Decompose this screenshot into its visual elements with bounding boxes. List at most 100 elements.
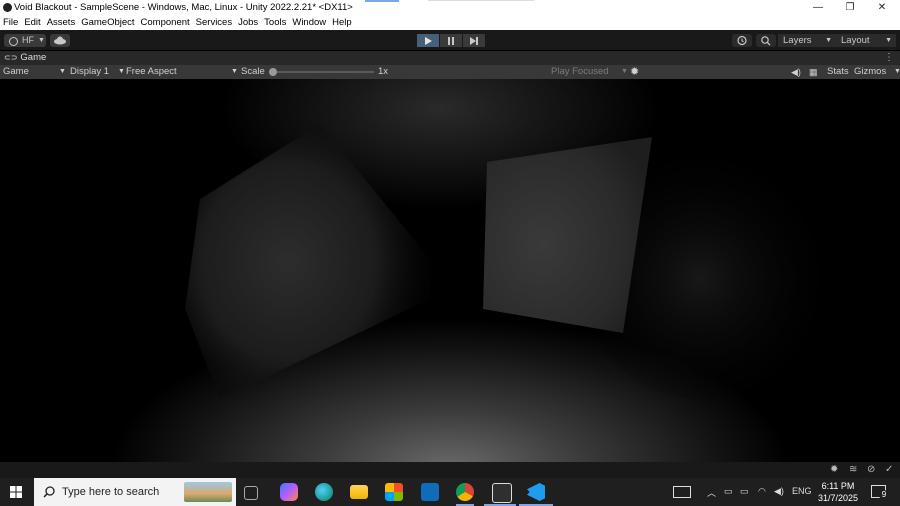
layers-stack-icon[interactable]: ≋ bbox=[849, 464, 857, 475]
menu-bar: File Edit Assets GameObject Component Service… bbox=[0, 16, 900, 30]
chevron-down-icon: ▼ bbox=[894, 68, 900, 75]
chevron-down-icon: ▼ bbox=[885, 37, 892, 44]
unity-hub-icon[interactable] bbox=[492, 483, 512, 503]
stats-button[interactable]: Stats bbox=[827, 65, 849, 79]
left-wall bbox=[185, 124, 430, 399]
notification-count-badge: 9 bbox=[879, 490, 889, 500]
maximize-button[interactable]: ❐ bbox=[835, 1, 865, 15]
chevron-down-icon: ▼ bbox=[59, 68, 66, 75]
search-placeholder: Type here to search bbox=[62, 486, 160, 498]
chevron-down-icon: ▼ bbox=[825, 37, 832, 44]
display-dropdown[interactable]: Display 1 ▼ bbox=[70, 65, 125, 79]
outlook-icon[interactable] bbox=[421, 483, 439, 501]
visibility-icon[interactable]: ⊘ bbox=[867, 464, 875, 475]
layers-dropdown[interactable]: Layers ▼ bbox=[778, 34, 836, 47]
title-accent bbox=[365, 0, 399, 2]
bug-icon[interactable]: ✹ bbox=[630, 65, 639, 79]
display-label: Display 1 bbox=[70, 66, 110, 77]
main-toolbar: HF ▼ Layers ▼ Layout ▼ bbox=[0, 30, 900, 50]
copilot-icon[interactable] bbox=[280, 483, 298, 501]
check-circle-icon[interactable]: ✓ bbox=[885, 464, 893, 475]
tab-game-label: Game bbox=[20, 52, 47, 63]
game-view-controls: Game ▼ Display 1 ▼ Free Aspect ▼ Scale 1… bbox=[0, 65, 900, 79]
debug-icon[interactable]: ✹ bbox=[830, 464, 838, 475]
title-accent-line bbox=[428, 0, 534, 1]
battery-tray-icon[interactable] bbox=[673, 486, 691, 498]
minimize-button[interactable]: — bbox=[803, 1, 833, 15]
scene-render bbox=[185, 124, 820, 399]
chrome-icon[interactable] bbox=[456, 483, 474, 501]
unity-logo-icon bbox=[3, 3, 12, 12]
menu-help[interactable]: Help bbox=[329, 16, 355, 30]
layers-label: Layers bbox=[783, 35, 812, 46]
clock-date: 31/7/2025 bbox=[817, 493, 859, 503]
vscode-icon[interactable] bbox=[527, 483, 545, 501]
account-dropdown[interactable]: HF ▼ bbox=[4, 34, 46, 47]
mute-audio-icon[interactable]: ◀) bbox=[791, 65, 801, 79]
microsoft-store-icon[interactable] bbox=[385, 483, 403, 501]
play-focused-dropdown[interactable]: Play Focused ▼ bbox=[551, 65, 628, 79]
search-button[interactable] bbox=[756, 34, 776, 47]
search-highlight-image bbox=[184, 482, 232, 502]
chevron-up-icon[interactable]: ︿ bbox=[707, 486, 716, 499]
gizmos-label: Gizmos bbox=[854, 66, 887, 77]
account-icon bbox=[9, 37, 18, 46]
cloud-button[interactable] bbox=[50, 34, 70, 47]
volume-icon[interactable]: ◀) bbox=[774, 486, 784, 497]
wifi-icon[interactable]: ◠ bbox=[758, 486, 766, 497]
gamepad-icon: ⊂⊃ bbox=[4, 53, 18, 62]
task-view-icon[interactable] bbox=[244, 486, 258, 500]
scale-slider-handle[interactable] bbox=[269, 68, 277, 76]
gizmos-dropdown[interactable]: Gizmos ▼ bbox=[854, 65, 900, 79]
menu-gameobject[interactable]: GameObject bbox=[78, 16, 137, 30]
tab-game[interactable]: ⊂⊃ Game bbox=[0, 51, 52, 65]
network-tray-icon[interactable]: ▭ bbox=[740, 486, 749, 497]
aspect-label: Free Aspect bbox=[126, 66, 177, 77]
menu-component[interactable]: Component bbox=[138, 16, 193, 30]
scale-slider[interactable] bbox=[269, 68, 374, 76]
meet-now-icon[interactable]: ▭ bbox=[724, 486, 733, 497]
cloud-icon bbox=[54, 36, 66, 45]
pause-button[interactable] bbox=[440, 34, 462, 47]
windows-start-icon[interactable] bbox=[10, 486, 22, 501]
menu-tools[interactable]: Tools bbox=[261, 16, 289, 30]
scale-label: Scale bbox=[241, 66, 265, 77]
notification-center-icon[interactable]: 9 bbox=[871, 485, 889, 500]
system-clock[interactable]: 6:11 PM 31/7/2025 bbox=[812, 480, 864, 504]
chevron-down-icon: ▼ bbox=[38, 37, 45, 44]
menu-edit[interactable]: Edit bbox=[21, 16, 43, 30]
layout-dropdown[interactable]: Layout ▼ bbox=[836, 34, 896, 47]
search-icon bbox=[761, 36, 771, 46]
history-button[interactable] bbox=[732, 34, 752, 47]
taskbar-search-box[interactable]: Type here to search bbox=[34, 478, 236, 506]
more-options-icon[interactable]: ⋮ bbox=[884, 51, 894, 65]
game-viewport[interactable] bbox=[0, 79, 900, 462]
windows-taskbar: Type here to search ︿ ▭ ▭ ◠ ◀) ENG 6:11 … bbox=[0, 478, 900, 506]
chevron-down-icon: ▼ bbox=[118, 68, 125, 75]
play-focused-label: Play Focused bbox=[551, 66, 609, 77]
close-button[interactable]: ✕ bbox=[867, 1, 897, 15]
layout-label: Layout bbox=[841, 35, 870, 46]
scale-value: 1x bbox=[378, 66, 389, 77]
menu-jobs[interactable]: Jobs bbox=[235, 16, 261, 30]
step-button[interactable] bbox=[463, 34, 485, 47]
chevron-down-icon: ▼ bbox=[621, 68, 628, 75]
menu-services[interactable]: Services bbox=[193, 16, 235, 30]
search-icon bbox=[43, 486, 55, 498]
window-title: Void Blackout - SampleScene - Windows, M… bbox=[14, 2, 353, 13]
right-wall bbox=[483, 137, 652, 333]
account-label: HF bbox=[22, 35, 34, 45]
menu-assets[interactable]: Assets bbox=[44, 16, 79, 30]
file-explorer-icon[interactable] bbox=[350, 485, 368, 499]
title-bar: Void Blackout - SampleScene - Windows, M… bbox=[0, 0, 900, 16]
aspect-dropdown[interactable]: Free Aspect ▼ bbox=[126, 65, 238, 79]
play-icon bbox=[425, 36, 432, 45]
menu-window[interactable]: Window bbox=[289, 16, 329, 30]
menu-file[interactable]: File bbox=[0, 16, 21, 30]
step-icon bbox=[470, 36, 478, 45]
keyboard-icon[interactable]: ▦ bbox=[809, 65, 818, 79]
view-mode-dropdown[interactable]: Game ▼ bbox=[3, 65, 66, 79]
play-button[interactable] bbox=[417, 34, 439, 47]
edge-browser-icon[interactable] bbox=[315, 483, 333, 501]
language-indicator[interactable]: ENG bbox=[792, 486, 812, 496]
